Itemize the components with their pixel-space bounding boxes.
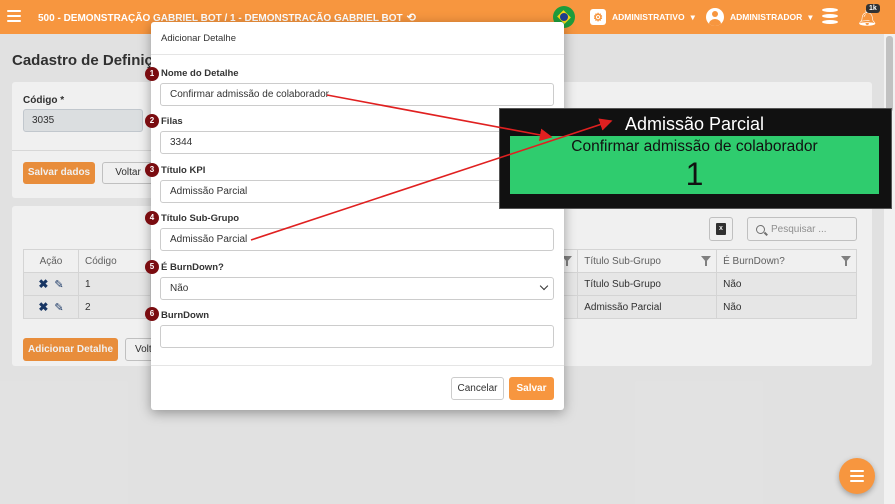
modal-divider — [151, 54, 564, 55]
step-badge-6: 6 — [145, 307, 159, 321]
titulo-subgrupo-label: Título Sub-Grupo — [161, 213, 240, 224]
burndown-label: BurnDown — [161, 310, 210, 321]
chevron-down-icon — [539, 281, 549, 291]
step-badge-5: 5 — [145, 260, 159, 274]
save-button[interactable]: Salvar — [509, 377, 554, 400]
kpi-box: Confirmar admissão de colaborador 1 — [510, 136, 879, 194]
fab-menu-button[interactable] — [839, 458, 875, 494]
filas-label: Filas — [161, 116, 183, 127]
notification-badge: 1k — [866, 4, 880, 13]
nome-detalhe-label: Nome do Detalhe — [161, 68, 239, 79]
cancel-button[interactable]: Cancelar — [451, 377, 504, 400]
step-badge-1: 1 — [145, 67, 159, 81]
caret-down-icon: ▾ — [690, 11, 695, 22]
filas-input[interactable]: 3344 — [160, 131, 554, 154]
caret-down-icon: ▾ — [808, 11, 813, 22]
titulo-kpi-input[interactable]: Admissão Parcial — [160, 180, 554, 203]
kpi-subtitle: Confirmar admissão de colaborador — [571, 138, 818, 155]
burndown-select[interactable]: Não — [160, 277, 554, 300]
burndown-input[interactable] — [160, 325, 554, 348]
gear-icon: ⚙ — [590, 9, 606, 25]
modal-divider — [151, 365, 564, 366]
user-avatar-icon — [706, 8, 724, 26]
step-badge-2: 2 — [145, 114, 159, 128]
hamburger-menu-icon[interactable] — [7, 10, 21, 22]
titulo-kpi-label: Título KPI — [161, 165, 206, 176]
user-menu-label: ADMINISTRADOR — [730, 12, 803, 22]
page-scrollbar[interactable] — [884, 34, 895, 504]
database-icon[interactable] — [822, 8, 838, 26]
burndown-select-value: Não — [170, 283, 189, 294]
modal-title: Adicionar Detalhe — [161, 33, 236, 44]
burndown-select-label: É BurnDown? — [161, 262, 224, 273]
kpi-preview: Admissão Parcial Confirmar admissão de c… — [499, 108, 892, 209]
step-badge-4: 4 — [145, 211, 159, 225]
admin-menu[interactable]: ⚙ ADMINISTRATIVO ▾ — [590, 9, 695, 25]
kpi-value: 1 — [685, 156, 704, 192]
step-badge-3: 3 — [145, 163, 159, 177]
admin-menu-label: ADMINISTRATIVO — [612, 12, 685, 22]
titulo-subgrupo-input[interactable]: Admissão Parcial — [160, 228, 554, 251]
user-menu[interactable]: ADMINISTRADOR ▾ — [706, 8, 813, 26]
kpi-title: Admissão Parcial — [624, 114, 765, 134]
nome-detalhe-input[interactable]: Confirmar admissão de colaborador — [160, 83, 554, 106]
